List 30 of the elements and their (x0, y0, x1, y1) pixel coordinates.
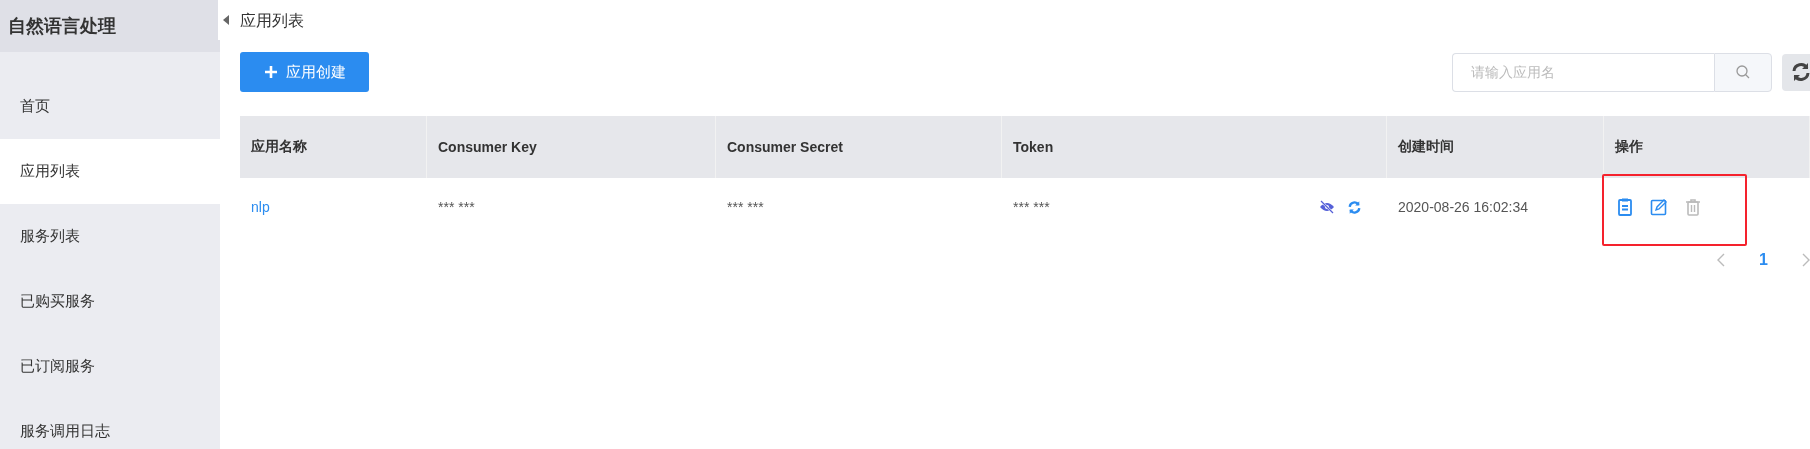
search-icon (1735, 64, 1751, 80)
previous-page-icon[interactable] (1717, 253, 1726, 267)
sidebar-item[interactable]: 首页 (0, 74, 220, 139)
sidebar-item[interactable]: 服务调用日志 (0, 399, 220, 449)
table-cell: *** *** (438, 199, 475, 215)
column-header: 操作 (1604, 116, 1810, 178)
sidebar-title: 自然语言处理 (0, 0, 220, 52)
column-header: Consumer Secret (716, 116, 1002, 178)
refresh-icon (1790, 61, 1810, 83)
search-button[interactable] (1714, 52, 1772, 92)
sidebar-item[interactable]: 已订阅服务 (0, 334, 220, 399)
column-header: 创建时间 (1387, 116, 1604, 178)
edit-icon[interactable] (1649, 197, 1669, 217)
sidebar-item[interactable]: 服务列表 (0, 204, 220, 269)
column-header: Consumer Key (427, 116, 716, 178)
eye-off-icon[interactable] (1319, 199, 1335, 214)
plus-icon (263, 65, 278, 79)
next-page-icon[interactable] (1802, 253, 1810, 267)
clipboard-icon[interactable] (1615, 197, 1635, 217)
collapse-icon[interactable] (222, 14, 230, 26)
refresh-icon[interactable] (1347, 199, 1362, 215)
column-header: 应用名称 (240, 116, 427, 178)
table-cell: *** *** (1013, 199, 1050, 215)
sidebar-item[interactable]: 应用列表 (0, 139, 220, 204)
search-field[interactable]: 请输入应用名 (1452, 52, 1714, 92)
page-title: 应用列表 (240, 11, 305, 31)
column-header: Token (1002, 116, 1387, 178)
table-cell: *** *** (727, 199, 764, 215)
sidebar-item[interactable]: 已购买服务 (0, 269, 220, 334)
table-cell: 2020-08-26 16:02:34 (1398, 199, 1528, 215)
